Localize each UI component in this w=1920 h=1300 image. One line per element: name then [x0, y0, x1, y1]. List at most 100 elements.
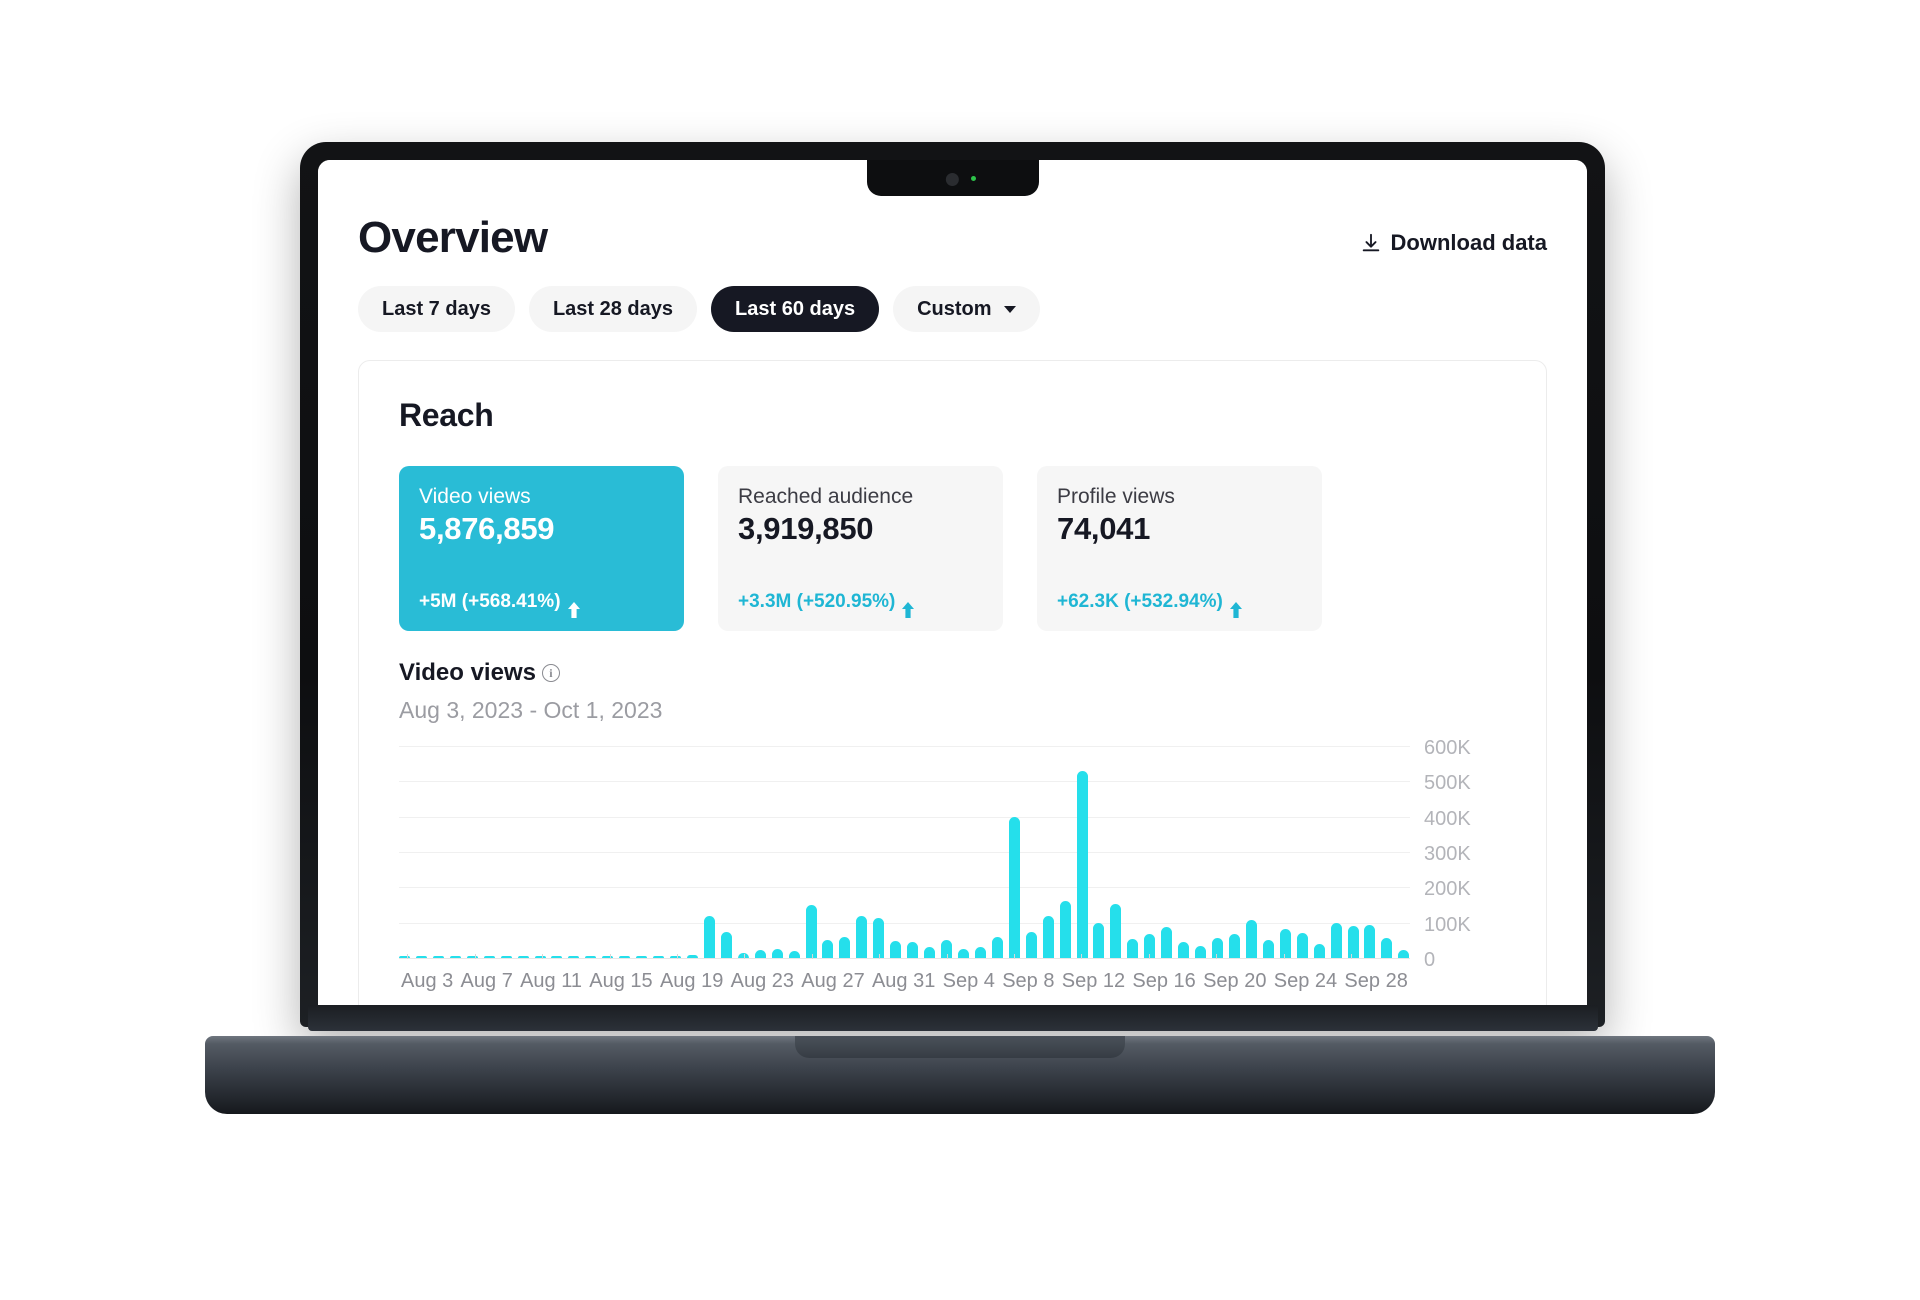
- metric-cards: Video views 5,876,859 +5M (+568.41%) Rea…: [399, 466, 1506, 631]
- filter-chip-last-7-days[interactable]: Last 7 days: [358, 286, 515, 332]
- chart-bar[interactable]: [432, 956, 444, 958]
- chart-x-tick: [677, 954, 679, 959]
- chart-y-tick-label: 0: [1424, 949, 1436, 971]
- reach-panel: Reach Video views 5,876,859 +5M (+568.41…: [358, 360, 1547, 1008]
- chart-bar[interactable]: [568, 956, 580, 958]
- chart-bar[interactable]: [1161, 926, 1173, 958]
- filter-chip-label: Custom: [917, 297, 992, 320]
- metric-card-value: 5,876,859: [419, 511, 555, 547]
- chart-bar[interactable]: [415, 956, 427, 958]
- chart-bar[interactable]: [890, 941, 902, 958]
- metric-card-value: 74,041: [1057, 511, 1151, 547]
- metric-card-profile-views[interactable]: Profile views 74,041 +62.3K (+532.94%): [1037, 466, 1322, 631]
- download-data-button[interactable]: Download data: [1360, 230, 1547, 256]
- chart-bar[interactable]: [873, 918, 885, 958]
- chart-bar[interactable]: [805, 905, 817, 958]
- chart-bar[interactable]: [924, 947, 936, 958]
- chart-bar[interactable]: [907, 942, 919, 958]
- chart-x-tick: [407, 954, 409, 959]
- chart-bar[interactable]: [1279, 929, 1291, 958]
- chart-bar[interactable]: [1025, 931, 1037, 958]
- chart-bar[interactable]: [653, 956, 665, 958]
- chart-bar[interactable]: [1228, 933, 1240, 958]
- chart-x-tick: [542, 954, 544, 959]
- chart-x-tick-label: Sep 24: [1273, 970, 1338, 992]
- info-icon[interactable]: i: [541, 664, 560, 682]
- chart-bar[interactable]: [720, 931, 732, 958]
- chart-bar[interactable]: [534, 956, 546, 958]
- chart-bar[interactable]: [585, 956, 597, 958]
- chart-x-tick: [946, 954, 948, 959]
- filter-chip-label: Last 7 days: [382, 297, 491, 320]
- filter-chip-custom[interactable]: Custom: [893, 286, 1040, 332]
- chart-bar[interactable]: [1042, 915, 1054, 958]
- chart-bar[interactable]: [1076, 770, 1088, 958]
- chart-bar[interactable]: [1110, 904, 1122, 958]
- chart-header: Video views i Aug 3, 2023 - Oct 1, 2023: [399, 659, 1506, 724]
- laptop-base: [205, 1036, 1715, 1114]
- chart-bar[interactable]: [1127, 938, 1139, 958]
- metric-card-reached-audience[interactable]: Reached audience 3,919,850 +3.3M (+520.9…: [718, 466, 1003, 631]
- chart-bar[interactable]: [1195, 946, 1207, 958]
- chart-x-axis-labels: Aug 3 Aug 7 Aug 11 Aug 15 Aug 19 Aug 23 Aug 27…: [399, 970, 1410, 993]
- chart-bar[interactable]: [788, 951, 800, 958]
- chart-plot-area: [399, 746, 1410, 959]
- chart-x-tick-label: Aug 27: [801, 970, 865, 992]
- chart-date-range: Aug 3, 2023 - Oct 1, 2023: [399, 697, 663, 723]
- chart-x-tick: [1148, 954, 1150, 959]
- chart-bar[interactable]: [1245, 919, 1257, 958]
- chart-x-tick-label: Aug 19: [659, 970, 724, 992]
- chart-bar[interactable]: [449, 956, 461, 958]
- metric-card-video-views[interactable]: Video views 5,876,859 +5M (+568.41%): [399, 466, 684, 631]
- chart-bar[interactable]: [1008, 816, 1020, 958]
- chart-bar[interactable]: [957, 948, 969, 958]
- chart-y-tick-label: 400K: [1424, 807, 1471, 830]
- chart-bar[interactable]: [636, 956, 648, 958]
- camera-indicator-led: [970, 176, 976, 181]
- chart-bar[interactable]: [466, 956, 478, 958]
- chart-y-tick-label: 300K: [1424, 843, 1471, 865]
- chart-bar[interactable]: [483, 956, 495, 958]
- chart-bar[interactable]: [1364, 924, 1376, 958]
- chart-bar[interactable]: [619, 956, 631, 958]
- metric-card-delta-text: +62.3K (+532.94%): [1057, 591, 1223, 612]
- download-data-label: Download data: [1390, 230, 1547, 255]
- chart-x-tick-label: Sep 8: [1002, 970, 1055, 992]
- chart-bar[interactable]: [1212, 937, 1223, 958]
- chart-bar[interactable]: [991, 936, 1003, 958]
- chart-bar[interactable]: [754, 950, 766, 958]
- chart-bars: [399, 746, 1410, 958]
- chart-bar[interactable]: [1178, 941, 1190, 958]
- chart-bar[interactable]: [822, 939, 834, 958]
- chart-bar[interactable]: [703, 915, 715, 958]
- chart-x-tick-label: Sep 16: [1132, 970, 1196, 992]
- chart-bar[interactable]: [602, 956, 614, 958]
- chart-bar[interactable]: [1398, 950, 1410, 958]
- date-range-filters: Last 7 days Last 28 days Last 60 days Cu…: [358, 286, 1547, 332]
- chart-bar[interactable]: [839, 936, 851, 958]
- chart-bar[interactable]: [771, 948, 783, 958]
- chart-bar[interactable]: [1330, 923, 1342, 958]
- chart-bar[interactable]: [737, 953, 749, 958]
- chart-bar[interactable]: [1093, 923, 1105, 958]
- laptop-mockup: Overview Download data Last 7 days Last …: [205, 142, 1715, 1114]
- filter-chip-last-60-days[interactable]: Last 60 days: [711, 286, 880, 332]
- chart-bar[interactable]: [1347, 925, 1359, 958]
- chart-bar[interactable]: [686, 954, 698, 958]
- chart-gridline: [399, 958, 1410, 959]
- chart-bar[interactable]: [1313, 943, 1325, 958]
- chart-bar[interactable]: [670, 956, 681, 958]
- chart-bar[interactable]: [974, 947, 986, 958]
- chart-bar[interactable]: [1296, 932, 1308, 958]
- chart-bar[interactable]: [856, 916, 868, 958]
- chart-bar[interactable]: [1059, 901, 1071, 958]
- chart-bar[interactable]: [500, 956, 512, 958]
- chart-bar[interactable]: [517, 956, 529, 958]
- chart-bar[interactable]: [1262, 939, 1274, 958]
- chart-bar[interactable]: [551, 956, 563, 958]
- filter-chip-last-28-days[interactable]: Last 28 days: [528, 286, 698, 332]
- chart-x-tick: [609, 954, 611, 959]
- chart-x-tick-label: Aug 31: [871, 970, 936, 992]
- chart-bar[interactable]: [1381, 938, 1393, 958]
- laptop-screen: Overview Download data Last 7 days Last …: [318, 160, 1587, 1008]
